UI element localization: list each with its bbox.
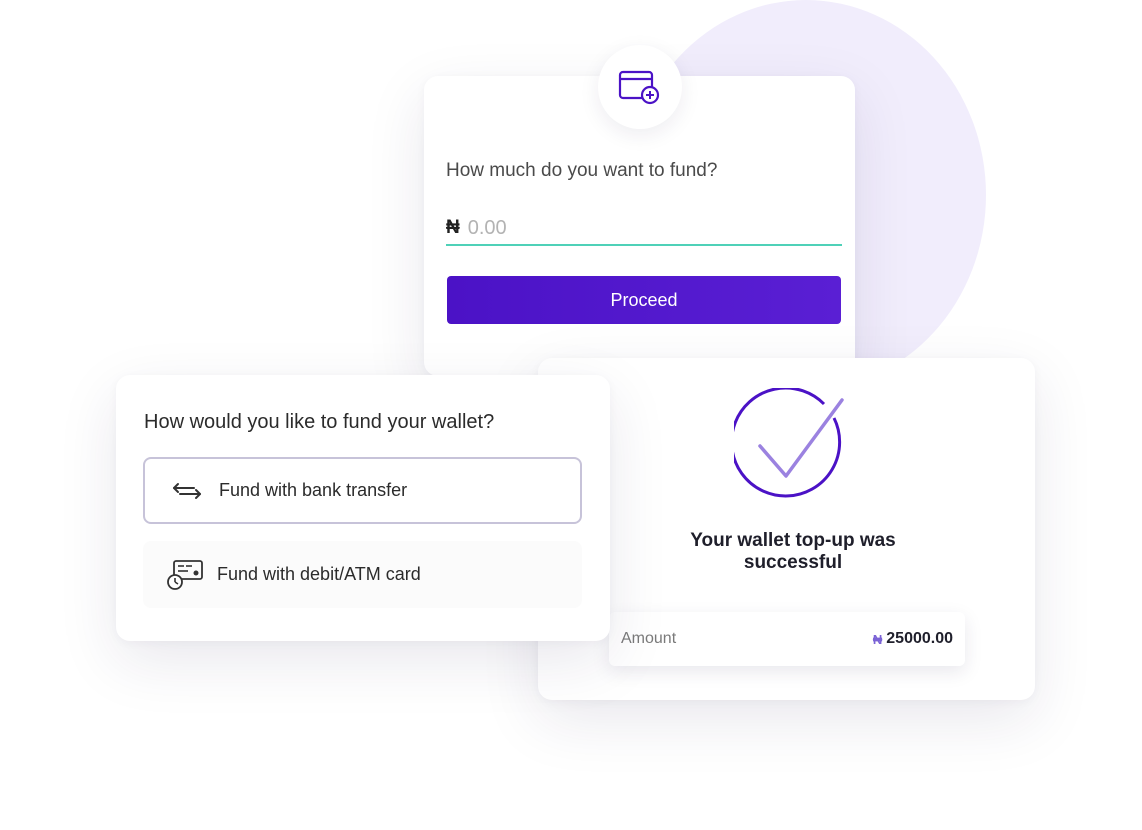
fund-question: How much do you want to fund? [446, 160, 718, 181]
success-card: Your wallet top-up was successful Amount… [538, 358, 1035, 700]
amount-summary: Amount ₦ 25000.00 [609, 612, 965, 666]
fund-amount-card: How much do you want to fund? ₦ Proceed [424, 45, 855, 376]
amount-field[interactable]: ₦ [446, 212, 842, 246]
bank-transfer-label: Fund with bank transfer [219, 480, 408, 500]
amount-currency-symbol: ₦ [872, 631, 883, 647]
debit-card-label: Fund with debit/ATM card [217, 564, 421, 584]
card-icon [165, 555, 205, 595]
amount-input[interactable] [467, 216, 808, 240]
transfer-arrows-icon [167, 471, 207, 511]
wallet-add-icon [598, 45, 682, 129]
check-circle-icon [730, 386, 850, 504]
proceed-button[interactable]: Proceed [447, 276, 841, 324]
amount-value-group: ₦ 25000.00 [873, 630, 953, 648]
amount-label: Amount [621, 630, 677, 647]
debit-card-option[interactable]: Fund with debit/ATM card [143, 541, 582, 608]
fund-method-card: How would you like to fund your wallet? … [116, 375, 610, 641]
amount-value: 25000.00 [886, 630, 953, 647]
success-message: Your wallet top-up was successful [690, 530, 896, 573]
currency-symbol: ₦ [446, 217, 460, 238]
bank-transfer-option[interactable]: Fund with bank transfer [143, 457, 582, 524]
method-question: How would you like to fund your wallet? [144, 411, 495, 433]
